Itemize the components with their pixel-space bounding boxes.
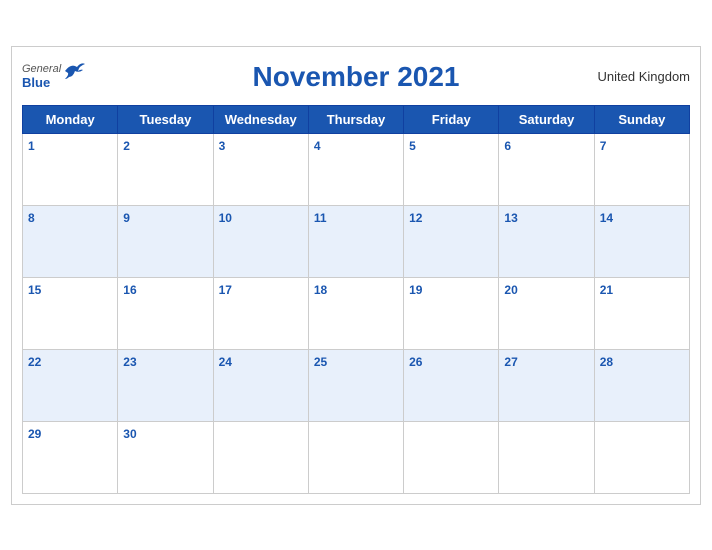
- calendar-cell: 26: [404, 349, 499, 421]
- day-number: 3: [219, 139, 226, 153]
- day-number: 25: [314, 355, 327, 369]
- calendar-cell: [404, 421, 499, 493]
- week-row-3: 15 16 17 18 19 20 21: [23, 277, 690, 349]
- calendar-cell: 16: [118, 277, 213, 349]
- calendar-cell: [308, 421, 403, 493]
- day-number: 8: [28, 211, 35, 225]
- day-number: 24: [219, 355, 232, 369]
- week-row-1: 1 2 3 4 5 6 7: [23, 133, 690, 205]
- calendar-cell: 9: [118, 205, 213, 277]
- header-wednesday: Wednesday: [213, 105, 308, 133]
- weekday-header-row: Monday Tuesday Wednesday Thursday Friday…: [23, 105, 690, 133]
- calendar-cell: 23: [118, 349, 213, 421]
- calendar-cell: 10: [213, 205, 308, 277]
- calendar-cell: 17: [213, 277, 308, 349]
- day-number: 20: [504, 283, 517, 297]
- day-number: 14: [600, 211, 613, 225]
- day-number: 10: [219, 211, 232, 225]
- day-number: 1: [28, 139, 35, 153]
- calendar-cell: 8: [23, 205, 118, 277]
- day-number: 15: [28, 283, 41, 297]
- calendar-cell: [499, 421, 594, 493]
- header-thursday: Thursday: [308, 105, 403, 133]
- day-number: 23: [123, 355, 136, 369]
- calendar-cell: 24: [213, 349, 308, 421]
- logo-bird-icon: [63, 61, 85, 81]
- calendar-cell: 4: [308, 133, 403, 205]
- day-number: 26: [409, 355, 422, 369]
- calendar-cell: 27: [499, 349, 594, 421]
- calendar-cell: 15: [23, 277, 118, 349]
- logo-blue-text: Blue: [22, 75, 61, 90]
- calendar-cell: 11: [308, 205, 403, 277]
- week-row-5: 29 30: [23, 421, 690, 493]
- logo-area: General Blue: [22, 63, 85, 90]
- logo-general-text: General: [22, 63, 61, 75]
- day-number: 5: [409, 139, 416, 153]
- day-number: 18: [314, 283, 327, 297]
- calendar-cell: 1: [23, 133, 118, 205]
- calendar-cell: [594, 421, 689, 493]
- calendar-table: Monday Tuesday Wednesday Thursday Friday…: [22, 105, 690, 494]
- header-saturday: Saturday: [499, 105, 594, 133]
- calendar-header: General Blue November 2021 United Kingdo…: [22, 57, 690, 97]
- header-sunday: Sunday: [594, 105, 689, 133]
- calendar-cell: 25: [308, 349, 403, 421]
- day-number: 6: [504, 139, 511, 153]
- calendar-cell: 5: [404, 133, 499, 205]
- day-number: 9: [123, 211, 130, 225]
- calendar-cell: 7: [594, 133, 689, 205]
- calendar-cell: 21: [594, 277, 689, 349]
- calendar-cell: 14: [594, 205, 689, 277]
- week-row-2: 8 9 10 11 12 13 14: [23, 205, 690, 277]
- day-number: 22: [28, 355, 41, 369]
- day-number: 28: [600, 355, 613, 369]
- calendar-cell: 20: [499, 277, 594, 349]
- header-friday: Friday: [404, 105, 499, 133]
- calendar-title: November 2021: [252, 61, 459, 93]
- day-number: 2: [123, 139, 130, 153]
- day-number: 4: [314, 139, 321, 153]
- country-label: United Kingdom: [598, 69, 691, 84]
- week-row-4: 22 23 24 25 26 27 28: [23, 349, 690, 421]
- day-number: 11: [314, 211, 327, 225]
- calendar-cell: 19: [404, 277, 499, 349]
- day-number: 16: [123, 283, 136, 297]
- day-number: 21: [600, 283, 613, 297]
- calendar-container: General Blue November 2021 United Kingdo…: [11, 46, 701, 505]
- header-tuesday: Tuesday: [118, 105, 213, 133]
- calendar-cell: 13: [499, 205, 594, 277]
- calendar-cell: 12: [404, 205, 499, 277]
- calendar-cell: 29: [23, 421, 118, 493]
- calendar-cell: 18: [308, 277, 403, 349]
- header-monday: Monday: [23, 105, 118, 133]
- calendar-cell: [213, 421, 308, 493]
- calendar-cell: 6: [499, 133, 594, 205]
- calendar-cell: 2: [118, 133, 213, 205]
- day-number: 13: [504, 211, 517, 225]
- day-number: 17: [219, 283, 232, 297]
- day-number: 12: [409, 211, 422, 225]
- day-number: 7: [600, 139, 607, 153]
- calendar-cell: 30: [118, 421, 213, 493]
- calendar-cell: 22: [23, 349, 118, 421]
- calendar-cell: 28: [594, 349, 689, 421]
- day-number: 27: [504, 355, 517, 369]
- day-number: 30: [123, 427, 136, 441]
- day-number: 19: [409, 283, 422, 297]
- calendar-cell: 3: [213, 133, 308, 205]
- day-number: 29: [28, 427, 41, 441]
